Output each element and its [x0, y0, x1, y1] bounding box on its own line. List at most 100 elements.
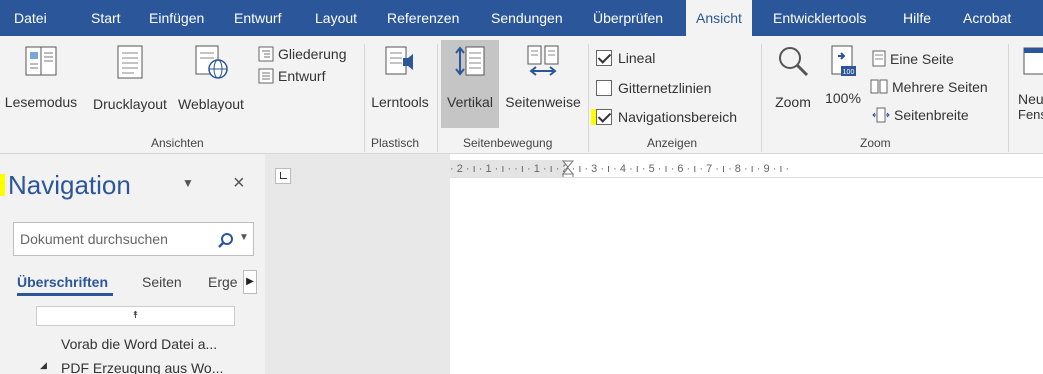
group-label-zoom: Zoom — [860, 136, 891, 150]
heading-item[interactable]: Vorab die Word Datei a... — [61, 336, 217, 352]
document-margin-area — [265, 154, 450, 374]
tab-referenzen[interactable]: Referenzen — [387, 0, 459, 36]
indent-marker-icon[interactable] — [562, 160, 574, 178]
gitternetzlinien-checkbox[interactable]: Gitternetzlinien — [596, 80, 711, 96]
tab-stop-selector-icon[interactable] — [275, 168, 291, 184]
zoom-100-button[interactable]: 100 100% — [820, 44, 866, 108]
zoom-label: Zoom — [775, 94, 811, 110]
drucklayout-label: Drucklayout — [93, 96, 167, 112]
active-tab-underline — [17, 293, 113, 296]
ruler-ticks: · 2 · ı · 1 · ı · · ı · 1 · ı · 2 · ı · … — [450, 163, 790, 175]
side-to-side-icon — [527, 45, 559, 76]
read-mode-icon — [25, 46, 57, 76]
drucklayout-button[interactable]: Drucklayout — [88, 44, 172, 114]
seitenweise-button[interactable]: Seitenweise — [500, 44, 586, 112]
eine-seite-button[interactable]: Eine Seite — [872, 50, 954, 67]
navigation-pane: Navigation ▼ × Dokument durchsuchen ▼ Üb… — [0, 154, 265, 374]
search-placeholder: Dokument durchsuchen — [20, 231, 168, 247]
group-separator — [437, 44, 438, 152]
tab-seiten[interactable]: Seiten — [142, 274, 182, 290]
zoom-badge: 100 — [843, 69, 855, 76]
checkbox-checked-icon — [596, 50, 612, 66]
tab-einfuegen[interactable]: Einfügen — [149, 0, 204, 36]
navigation-title: Navigation — [8, 170, 131, 200]
tab-datei[interactable]: Datei — [14, 0, 47, 36]
vertikal-button[interactable]: Vertikal — [441, 40, 499, 128]
ribbon-tab-bar: Datei Start Einfügen Entwurf Layout Refe… — [0, 0, 1043, 36]
tab-ueberschriften[interactable]: Überschriften — [17, 274, 108, 290]
lesemodus-button[interactable]: Lesemodus — [0, 44, 86, 112]
checkbox-unchecked-icon — [596, 80, 612, 96]
lerntools-button[interactable]: Lerntools — [366, 44, 434, 112]
group-label-plastisch: Plastisch — [371, 136, 420, 150]
seitenbreite-label: Seitenbreite — [894, 107, 969, 123]
draft-icon — [258, 68, 274, 84]
group-separator — [1008, 44, 1009, 152]
lineal-label: Lineal — [618, 50, 656, 66]
group-label-seitenbewegung: Seitenbewegung — [463, 136, 553, 150]
lerntools-label: Lerntools — [371, 94, 429, 110]
search-input[interactable]: Dokument durchsuchen ▼ — [13, 222, 254, 256]
tab-entwicklertools[interactable]: Entwicklertools — [773, 0, 866, 36]
gliederung-button[interactable]: Gliederung — [258, 46, 347, 62]
tab-ueberpruefen[interactable]: Überprüfen — [593, 0, 663, 36]
highlight-marker — [0, 174, 5, 196]
group-separator — [588, 44, 589, 152]
multiple-pages-icon — [870, 79, 888, 94]
tab-ansicht[interactable]: Ansicht — [686, 0, 752, 36]
neues-fenster-label-2: Fens — [1018, 107, 1043, 122]
weblayout-button[interactable]: Weblayout — [174, 44, 248, 114]
print-layout-icon — [117, 45, 143, 79]
collapse-all-icon[interactable]: ⯭ — [36, 306, 235, 326]
tab-start[interactable]: Start — [91, 0, 121, 36]
close-icon[interactable]: × — [233, 172, 245, 195]
one-page-icon — [872, 50, 886, 67]
ribbon: Lesemodus Drucklayout Weblayout Gliederu… — [0, 36, 1043, 154]
navigationsbereich-checkbox[interactable]: Navigationsbereich — [596, 109, 737, 125]
chevron-down-icon[interactable]: ▼ — [182, 176, 194, 190]
search-icon[interactable] — [218, 232, 234, 248]
tab-acrobat[interactable]: Acrobat — [963, 0, 1011, 36]
vertikal-label: Vertikal — [447, 94, 493, 110]
tab-ergebnisse[interactable]: Erge — [208, 274, 238, 290]
entwurf-label: Entwurf — [278, 68, 326, 84]
learning-tools-icon — [385, 46, 413, 75]
neues-fenster-label-1: Neu — [1018, 91, 1043, 107]
group-label-anzeigen: Anzeigen — [647, 136, 698, 150]
navigationsbereich-label: Navigationsbereich — [618, 109, 738, 125]
gliederung-label: Gliederung — [278, 46, 347, 62]
group-separator — [761, 44, 762, 152]
mehrere-seiten-label: Mehrere Seiten — [892, 79, 988, 95]
weblayout-label: Weblayout — [178, 96, 244, 112]
search-dropdown-icon[interactable]: ▼ — [239, 232, 249, 243]
heading-item[interactable]: PDF Erzeugung aus Wo... — [61, 360, 223, 374]
tab-sendungen[interactable]: Sendungen — [491, 0, 563, 36]
seitenbreite-button[interactable]: Seitenbreite — [872, 107, 969, 123]
lineal-checkbox[interactable]: Lineal — [596, 50, 655, 66]
outline-icon — [258, 46, 274, 62]
expand-triangle-icon[interactable]: ◢ — [40, 360, 47, 371]
eine-seite-label: Eine Seite — [890, 50, 954, 67]
zoom-100-label: 100% — [825, 90, 861, 106]
horizontal-ruler[interactable]: · 2 · ı · 1 · ı · · ı · 1 · ı · 2 · ı · … — [450, 160, 1043, 178]
zoom-button[interactable]: Zoom — [766, 44, 820, 112]
mehrere-seiten-button[interactable]: Mehrere Seiten — [870, 79, 988, 95]
group-label-ansichten: Ansichten — [151, 136, 204, 150]
tab-hilfe[interactable]: Hilfe — [903, 0, 931, 36]
group-separator — [364, 44, 365, 152]
page-width-icon — [872, 107, 890, 123]
document-page[interactable] — [450, 178, 1043, 374]
checkbox-checked-icon — [596, 109, 612, 125]
magnifier-icon — [779, 47, 809, 77]
gitternetzlinien-label: Gitternetzlinien — [618, 80, 712, 96]
vertical-scroll-icon — [455, 46, 485, 76]
entwurf-button[interactable]: Entwurf — [258, 68, 325, 84]
tab-layout[interactable]: Layout — [315, 0, 357, 36]
new-window-icon — [1023, 47, 1043, 75]
tab-entwurf[interactable]: Entwurf — [234, 0, 281, 36]
seitenweise-label: Seitenweise — [505, 94, 581, 110]
neues-fenster-button[interactable]: Neu Fens — [1018, 44, 1043, 122]
tab-scroll-right-icon[interactable]: ▶ — [243, 270, 257, 294]
lesemodus-label: Lesemodus — [4, 94, 78, 110]
web-layout-icon — [195, 45, 228, 79]
